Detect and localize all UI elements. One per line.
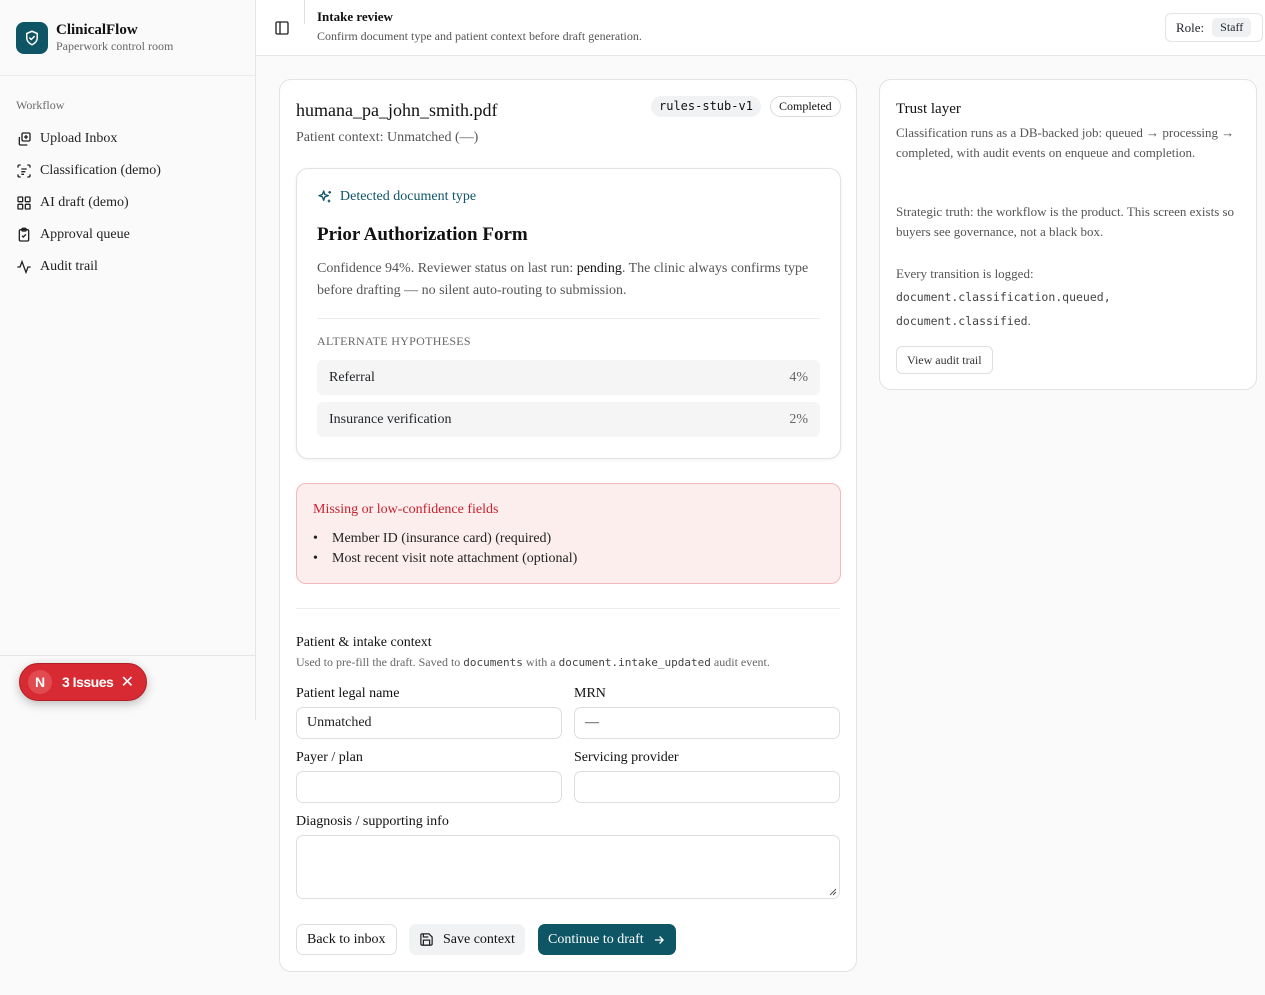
alternate-label: Referral xyxy=(329,369,375,385)
sidebar-item-label: AI draft (demo) xyxy=(40,195,129,210)
sidebar-item-approval-queue[interactable]: Approval queue xyxy=(16,219,239,251)
alternates-heading: ALTERNATE HYPOTHESES xyxy=(317,334,471,348)
arrow-right-icon xyxy=(654,935,664,944)
diagnosis-textarea[interactable] xyxy=(296,835,840,899)
issues-logo: N xyxy=(28,670,52,694)
detection-label: Detected document type xyxy=(317,189,476,205)
sidebar-item-audit-trail[interactable]: Audit trail xyxy=(16,251,239,283)
page-subtitle: Confirm document type and patient contex… xyxy=(317,29,642,43)
grid-icon xyxy=(17,196,31,210)
sidebar-item-label: Audit trail xyxy=(40,259,98,274)
alternate-row-insurance: Insurance verification 2% xyxy=(317,402,820,437)
nav-heading: Workflow xyxy=(16,98,65,112)
patient-name-input[interactable]: Unmatched xyxy=(296,707,562,739)
back-to-inbox-button[interactable]: Back to inbox xyxy=(296,924,397,955)
detection-card: Detected document type Prior Authorizati… xyxy=(296,168,841,459)
sidebar-item-classification[interactable]: Classification (demo) xyxy=(16,155,239,187)
sparkles-icon xyxy=(318,190,331,203)
sidebar-item-label: Approval queue xyxy=(40,227,130,242)
sidebar-item-label: Classification (demo) xyxy=(40,163,161,178)
audit-event-queued: document.classification.queued, xyxy=(896,290,1111,304)
trust-title: Trust layer xyxy=(896,101,961,117)
trust-layer-card: Trust layer Classification runs as a DB-… xyxy=(879,79,1257,390)
sidebar-item-upload-inbox[interactable]: Upload Inbox xyxy=(16,123,239,155)
list-item: Member ID (insurance card) (required) xyxy=(313,529,577,549)
continue-to-draft-button[interactable]: Continue to draft xyxy=(538,924,676,955)
divider xyxy=(317,318,820,319)
patient-name-label: Patient legal name xyxy=(296,686,400,701)
context-title: Patient & intake context xyxy=(296,635,432,650)
intake-card: humana_pa_john_smith.pdf Patient context… xyxy=(279,79,857,972)
role-value: Staff xyxy=(1212,18,1252,37)
provider-input[interactable] xyxy=(574,771,840,803)
audit-event-list: document.classification.queued, document… xyxy=(896,286,1241,333)
issues-badge[interactable]: N 3 Issues ✕ xyxy=(19,663,147,701)
role-selector[interactable]: Role: Staff xyxy=(1165,13,1263,42)
activity-icon xyxy=(17,259,31,275)
alternate-pct: 2% xyxy=(789,411,808,427)
role-label: Role: xyxy=(1176,19,1205,35)
payer-input[interactable] xyxy=(296,771,562,803)
detection-description: Confidence 94%. Reviewer status on last … xyxy=(317,261,809,298)
context-subtitle: Used to pre-fill the draft. Saved to doc… xyxy=(296,655,770,669)
resize-grip-icon[interactable] xyxy=(829,888,837,896)
brand-title: ClinicalFlow xyxy=(56,21,138,38)
reviewer-status: pending xyxy=(576,261,622,276)
missing-fields-list: Member ID (insurance card) (required) Mo… xyxy=(313,529,577,569)
view-audit-trail-button[interactable]: View audit trail xyxy=(896,346,993,374)
diagnosis-label: Diagnosis / supporting info xyxy=(296,814,449,829)
mrn-label: MRN xyxy=(574,686,606,701)
page-title: Intake review xyxy=(317,9,393,24)
list-item: Most recent visit note attachment (optio… xyxy=(313,549,577,569)
rules-badge: rules-stub-v1 xyxy=(651,96,761,117)
payer-label: Payer / plan xyxy=(296,750,363,765)
divider xyxy=(296,608,840,609)
audit-event-classified: document.classified xyxy=(896,314,1028,328)
trust-paragraph-1: Classification runs as a DB-backed job: … xyxy=(896,125,1235,160)
alternate-pct: 4% xyxy=(789,369,808,385)
status-badge: Completed xyxy=(770,96,841,117)
brand: ClinicalFlow Paperwork control room xyxy=(0,0,255,76)
trust-paragraph-2: Strategic truth: the workflow is the pro… xyxy=(896,204,1235,239)
brand-subtitle: Paperwork control room xyxy=(56,38,174,53)
sidebar-toggle-icon[interactable] xyxy=(274,20,290,41)
missing-fields-alert: Missing or low-confidence fields Member … xyxy=(296,483,841,584)
save-icon xyxy=(420,933,433,946)
document-type: Prior Authorization Form xyxy=(317,224,528,245)
shield-logo-icon xyxy=(16,21,48,54)
trust-paragraph-3: Every transition is logged: xyxy=(896,266,1034,281)
sidebar-item-label: Upload Inbox xyxy=(40,131,118,146)
mrn-input[interactable]: — xyxy=(574,707,840,739)
close-icon[interactable]: ✕ xyxy=(121,672,138,692)
sidebar: ClinicalFlow Paperwork control room Work… xyxy=(0,0,256,720)
save-context-button[interactable]: Save context xyxy=(409,924,525,955)
file-name: humana_pa_john_smith.pdf xyxy=(296,100,498,120)
sidebar-item-ai-draft[interactable]: AI draft (demo) xyxy=(16,187,239,219)
provider-label: Servicing provider xyxy=(574,750,679,765)
patient-context: Patient context: Unmatched (—) xyxy=(296,130,479,145)
alternate-row-referral: Referral 4% xyxy=(317,360,820,395)
upload-icon xyxy=(18,132,31,146)
header-divider xyxy=(304,0,305,24)
clipboard-check-icon xyxy=(18,227,30,242)
list-scan-icon xyxy=(17,164,31,178)
issues-label: 3 Issues xyxy=(62,674,114,690)
header: Intake review Confirm document type and … xyxy=(256,0,1265,56)
alert-title: Missing or low-confidence fields xyxy=(313,502,499,517)
alternate-label: Insurance verification xyxy=(329,411,452,427)
